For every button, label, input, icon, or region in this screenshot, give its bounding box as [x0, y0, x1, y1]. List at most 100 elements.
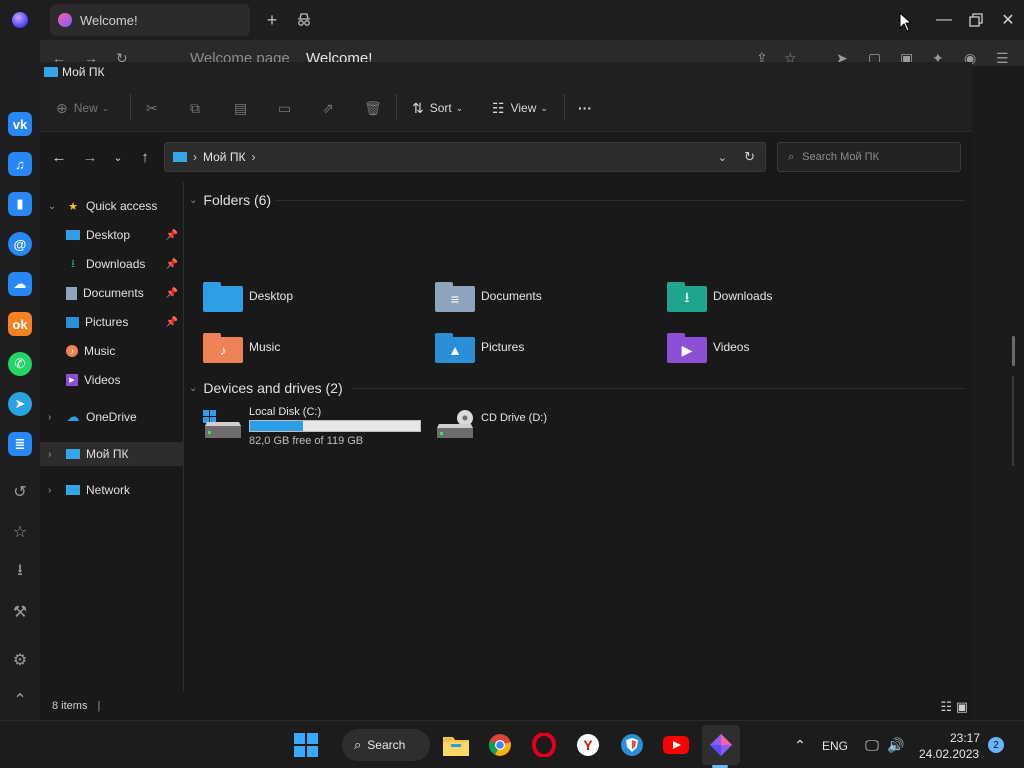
folder-videos[interactable]: ▶ Videos [667, 329, 749, 365]
nav-music[interactable]: ♪ Music [40, 339, 184, 363]
clock-date[interactable]: 24.02.2023 [919, 747, 979, 761]
downloads-icon[interactable]: ⭳ [10, 562, 30, 582]
expand-chevron-icon[interactable]: ⌄ [48, 201, 60, 212]
delete-icon[interactable]: 🗑 [364, 98, 382, 118]
recent-chevron-icon[interactable]: ⌄ [107, 146, 129, 168]
address-bar[interactable]: › Мой ПК › ⌄ ↻ [164, 142, 766, 172]
stats-app-icon[interactable]: ▮ [8, 192, 32, 216]
folder-documents[interactable]: ≡ Documents [435, 278, 542, 314]
notification-badge[interactable]: 2 [988, 737, 1004, 753]
minimize-icon[interactable]: — [930, 6, 958, 34]
menu-icon[interactable]: ☰ [996, 50, 1014, 66]
paste-icon[interactable]: ▤ [234, 98, 247, 118]
view-button[interactable]: ☷ View ⌄ [492, 98, 548, 118]
browser-tab[interactable]: Welcome! [50, 4, 250, 36]
folder-desktop[interactable]: Desktop [203, 278, 293, 314]
pin-icon[interactable]: 📌 [166, 288, 178, 299]
browser-shield-icon[interactable] [618, 731, 646, 759]
tray-overflow-chevron-icon[interactable]: ⌃ [786, 731, 814, 759]
drive-d[interactable]: CD Drive (D:) [435, 404, 595, 448]
pin-icon[interactable]: 📌 [166, 259, 178, 270]
rename-icon[interactable]: ▭ [278, 98, 291, 118]
search-label: Search [367, 738, 406, 752]
volume-icon[interactable]: 🔊 [882, 731, 910, 759]
folder-pictures[interactable]: ▲ Pictures [435, 329, 524, 365]
incognito-icon[interactable] [292, 8, 316, 32]
telegram-icon[interactable]: ➤ [8, 392, 32, 416]
refresh-icon[interactable]: ↻ [744, 149, 755, 165]
nav-onedrive[interactable]: › ☁ OneDrive [40, 405, 184, 429]
copy-icon[interactable]: ⧉ [190, 98, 200, 118]
yandex-browser-icon[interactable]: Y [574, 731, 602, 759]
nav-network[interactable]: › Network [40, 478, 184, 502]
new-button[interactable]: ⊕ New ⌄ [56, 98, 109, 118]
forward-arrow-icon[interactable]: → [79, 146, 101, 168]
expand-chevron-icon[interactable]: › [48, 412, 60, 423]
address-dropdown-icon[interactable]: ⌄ [718, 151, 727, 164]
close-icon[interactable]: ✕ [994, 6, 1022, 34]
expand-chevron-icon[interactable]: › [48, 449, 60, 460]
breadcrumb-this-pc[interactable]: Мой ПК [203, 150, 245, 164]
history-icon[interactable]: ↺ [10, 482, 30, 502]
sort-button[interactable]: ⇅ Sort ⌄ [412, 98, 463, 118]
more-options-icon[interactable]: ··· [578, 98, 592, 118]
settings-gear-icon[interactable]: ⚙ [10, 650, 30, 670]
vk-icon[interactable]: vk [8, 112, 32, 136]
tools-icon[interactable]: ⚒ [10, 602, 30, 622]
network-icon [66, 485, 80, 495]
videos-folder-icon: ▶ [667, 331, 707, 363]
nav-quick-access[interactable]: ⌄ ★ Quick access [40, 194, 184, 218]
cloud-app-icon[interactable]: ☁ [8, 272, 32, 296]
clock-time[interactable]: 23:17 [950, 731, 980, 745]
back-arrow-icon[interactable]: ← [48, 146, 70, 168]
nav-this-pc[interactable]: › Мой ПК [40, 442, 184, 466]
nav-downloads[interactable]: ⭳ Downloads 📌 [40, 252, 184, 276]
folder-music[interactable]: ♪ Music [203, 329, 280, 365]
folders-group-header[interactable]: ⌄ Folders (6) [189, 190, 271, 210]
share-file-icon[interactable]: ⇗ [322, 98, 334, 118]
expand-chevron-icon[interactable]: › [48, 485, 60, 496]
search-input[interactable]: Search Мой ПК [802, 151, 879, 163]
odnoklassniki-icon[interactable]: ok [8, 312, 32, 336]
tasks-app-icon[interactable]: ≣ [8, 432, 32, 456]
up-arrow-icon[interactable]: ↑ [134, 146, 156, 168]
folder-downloads[interactable]: ⭳ Downloads [667, 278, 772, 314]
taskbar: ⌕ Search Y ⌃ ENG 🖵 🔊 23:17 24.02.2023 2 [0, 720, 1024, 768]
nav-desktop[interactable]: Desktop 📌 [40, 223, 184, 247]
nav-videos[interactable]: ▶ Videos [40, 368, 184, 392]
tiles-view-icon[interactable]: ▣ [956, 699, 968, 715]
scrollbar-thumb[interactable] [1012, 336, 1015, 366]
nav-documents[interactable]: Documents 📌 [40, 281, 184, 305]
new-tab-icon[interactable]: + [260, 8, 284, 32]
drives-group-header[interactable]: ⌄ Devices and drives (2) [189, 378, 343, 398]
file-explorer-taskbar-icon[interactable] [442, 731, 470, 759]
group-title: Devices and drives (2) [203, 380, 343, 396]
restore-icon[interactable] [962, 6, 990, 34]
opera-icon[interactable] [530, 731, 558, 759]
search-box[interactable]: ⌕ Search Мой ПК [777, 142, 961, 172]
whatsapp-icon[interactable]: ✆ [8, 352, 32, 376]
chrome-icon[interactable] [486, 731, 514, 759]
pin-icon[interactable]: 📌 [166, 317, 178, 328]
browser-active-taskbar-icon[interactable] [702, 725, 740, 765]
nav-pictures[interactable]: Pictures 📌 [40, 310, 184, 334]
nav-label: OneDrive [86, 410, 137, 424]
cut-icon[interactable]: ✂ [146, 98, 158, 118]
nav-label: Documents [83, 286, 144, 300]
drive-c[interactable]: Local Disk (C:) 82,0 GB free of 119 GB [203, 404, 423, 448]
details-view-icon[interactable]: ☷ [940, 699, 952, 715]
mail-app-icon[interactable]: @ [8, 232, 32, 256]
taskbar-search[interactable]: ⌕ Search [342, 729, 430, 761]
scrollbar-track[interactable] [1012, 376, 1014, 466]
music-app-icon[interactable]: ♫ [8, 152, 32, 176]
browser-sidebar: vk ♫ ▮ @ ☁ ok ✆ ➤ ≣ ↺ ☆ ⭳ ⚒ ⚙ ⌃ [0, 40, 40, 720]
pin-icon[interactable]: 📌 [166, 230, 178, 241]
favorites-icon[interactable]: ☆ [10, 522, 30, 542]
youtube-icon[interactable] [662, 731, 690, 759]
nav-label: Мой ПК [86, 447, 129, 461]
start-windows-icon[interactable] [292, 731, 320, 759]
language-indicator[interactable]: ENG [822, 739, 848, 753]
browser-logo-icon[interactable] [12, 12, 28, 28]
collapse-up-icon[interactable]: ⌃ [10, 690, 30, 710]
folder-label: Documents [481, 289, 542, 303]
